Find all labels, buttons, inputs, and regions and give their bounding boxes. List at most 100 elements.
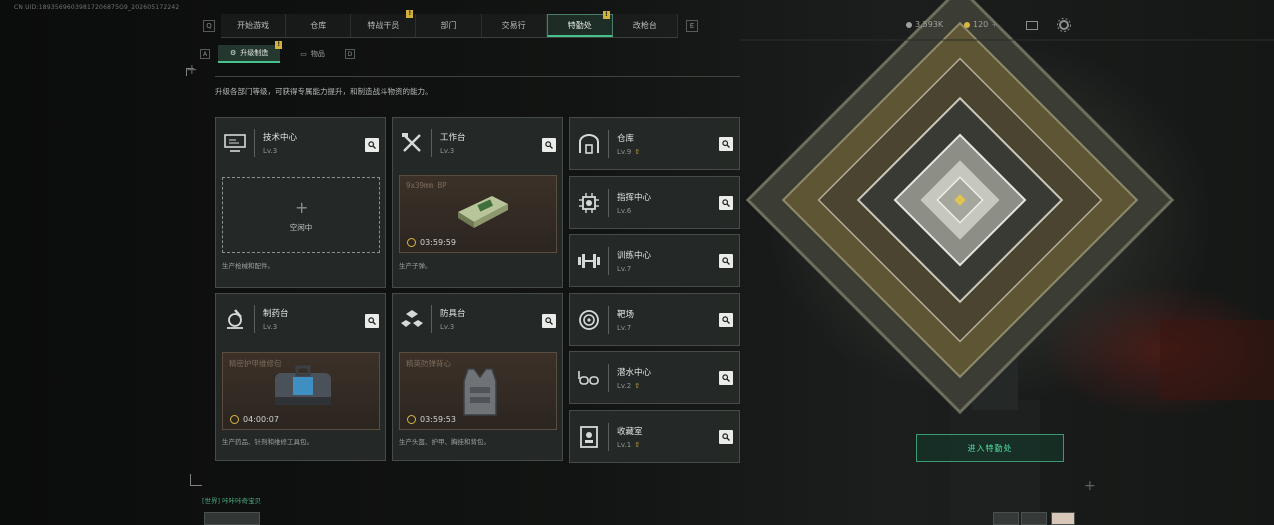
ticket-balance: 120 + (964, 20, 998, 29)
facility-card[interactable]: 训练中心 Lv.7 (569, 234, 740, 287)
nav-tab[interactable]: 改枪台 (612, 14, 678, 37)
nav-tab[interactable]: 仓库 (286, 14, 352, 37)
coin-icon (906, 21, 912, 28)
avatar[interactable] (1051, 512, 1075, 525)
frame-corner (190, 474, 202, 486)
facility-card[interactable]: 收藏室 Lv.1 ⇧ (569, 410, 740, 463)
workstation-card[interactable]: 防具台 Lv.3 精英防弹背心 03:59:53 生产头盔、护甲、胸挂和背包。 (392, 293, 563, 461)
clock-icon (407, 415, 416, 424)
bottom-slot[interactable] (1021, 512, 1047, 525)
search-icon[interactable] (719, 313, 733, 327)
facility-level-row: Lv.7 (617, 324, 634, 332)
card-header: 工作台 Lv.3 (393, 118, 562, 168)
settings-gear-icon[interactable] (1057, 18, 1071, 32)
timer-value: 03:59:53 (420, 415, 456, 424)
search-icon[interactable] (542, 138, 556, 152)
items-icon: ▭ (300, 50, 307, 58)
workstation-card[interactable]: 工作台 Lv.3 9x39mm BP 03:59:59 生产子弹。 (392, 117, 563, 288)
subnav-prev-key[interactable]: A (200, 49, 210, 59)
collection-icon (576, 424, 602, 450)
nav-tab[interactable]: 部门 (416, 14, 482, 37)
search-icon[interactable] (719, 137, 733, 151)
subtab-items[interactable]: ▭ 物品 (288, 45, 337, 63)
search-icon[interactable] (719, 254, 733, 268)
workstation-caption: 生产头盔、护甲、胸挂和背包。 (399, 438, 490, 446)
nav-next-key-wrap: E (678, 14, 706, 38)
alert-badge: ! (406, 10, 414, 18)
facility-level: Lv.9 (617, 147, 632, 156)
workstation-name: 防具台 (440, 309, 466, 319)
workstation-card[interactable]: 技术中心 Lv.3 + 空闲中 生产枪械和配件。 (215, 117, 386, 288)
facility-card[interactable]: 仓库 Lv.9 ⇧ (569, 117, 740, 170)
facility-card[interactable]: 靶场 Lv.7 (569, 293, 740, 346)
workstation-name: 技术中心 (263, 133, 298, 143)
timer-value: 04:00:07 (243, 415, 279, 424)
upgrade-available-icon: ⇧ (634, 147, 641, 156)
facility-name: 收藏室 (617, 426, 643, 437)
nav-next-key[interactable]: E (686, 20, 698, 32)
divider (431, 305, 432, 333)
microscope-icon (222, 306, 248, 332)
search-icon[interactable] (542, 314, 556, 328)
crosshair-mark: + (186, 62, 198, 78)
search-icon[interactable] (719, 196, 733, 210)
facility-level: Lv.7 (617, 323, 632, 332)
nav-tab[interactable]: 特战干员! (351, 10, 417, 37)
workstation-name: 工作台 (440, 133, 466, 143)
upgrade-available-icon: ⇧ (634, 381, 641, 390)
facility-level: Lv.1 (617, 440, 632, 449)
workstation-card[interactable]: 制药台 Lv.3 精密护甲维修包 04:00:07 生产药品、针剂和维修工具包。 (215, 293, 386, 461)
production-timer: 03:59:53 (407, 415, 456, 424)
divider (608, 246, 609, 275)
production-slot[interactable]: 精密护甲维修包 04:00:07 (222, 352, 380, 430)
card-header: 训练中心 Lv.7 (570, 235, 739, 286)
nav-tab[interactable]: 开始游戏 (221, 14, 287, 37)
workstation-caption: 生产子弹。 (399, 262, 432, 270)
facility-level-row: Lv.7 (617, 265, 651, 273)
nav-tab[interactable]: 特勤处! (546, 11, 613, 37)
card-header: 潜水中心 Lv.2 ⇧ (570, 352, 739, 403)
search-icon[interactable] (719, 430, 733, 444)
facility-name: 训练中心 (617, 250, 652, 261)
facility-level-row: Lv.1 ⇧ (617, 441, 643, 449)
nav-tab-label: 开始游戏 (237, 21, 270, 30)
divider (608, 129, 609, 158)
bottom-slot[interactable] (993, 512, 1019, 525)
production-timer: 04:00:07 (230, 415, 279, 424)
facility-name: 指挥中心 (617, 192, 652, 203)
nav-prev-key[interactable]: Q (203, 20, 215, 32)
subtab-upgrade-craft[interactable]: ⚙ 升级制造 ! (218, 41, 283, 63)
facility-level: Lv.7 (617, 264, 632, 273)
enter-special-ops-button[interactable]: 进入特勤处 (916, 434, 1064, 462)
timer-value: 03:59:59 (420, 238, 456, 247)
coin-balance: 3,593K (906, 20, 943, 29)
subnav-next-key[interactable]: D (344, 49, 355, 59)
workstation-level: Lv.3 (440, 323, 455, 331)
divider (254, 129, 255, 157)
workstation-level: Lv.3 (263, 147, 278, 155)
search-icon[interactable] (365, 138, 379, 152)
idle-slot[interactable]: + 空闲中 (222, 177, 380, 253)
world-chat-message[interactable]: [世界] 咔咔咔奇宝贝 (202, 495, 261, 505)
card-header: 指挥中心 Lv.6 (570, 177, 739, 228)
production-slot[interactable]: 9x39mm BP 03:59:59 (399, 175, 557, 253)
dumbbell-icon (576, 248, 602, 274)
production-timer: 03:59:59 (407, 238, 456, 247)
search-icon[interactable] (719, 371, 733, 385)
nav-tab[interactable]: 交易行 (481, 14, 547, 37)
craft-icon: ⚙ (230, 49, 237, 57)
upgrade-available-icon: ⇧ (634, 440, 641, 449)
facility-card[interactable]: 指挥中心 Lv.6 (569, 176, 740, 229)
mail-icon[interactable] (1026, 21, 1038, 30)
idle-label: 空闲中 (289, 223, 313, 232)
ammo-box-image (458, 196, 508, 228)
chat-input-slot[interactable] (204, 512, 260, 525)
subtab-label: 物品 (310, 50, 325, 58)
add-ticket-icon[interactable]: + (991, 20, 998, 29)
search-icon[interactable] (365, 314, 379, 328)
divider (215, 76, 740, 77)
top-nav-tabs: 开始游戏 仓库 特战干员! 部门 交易行 特勤处! 改枪台 (221, 10, 678, 38)
production-slot[interactable]: 精英防弹背心 03:59:53 (399, 352, 557, 430)
facility-card[interactable]: 潜水中心 Lv.2 ⇧ (569, 351, 740, 404)
card-header: 制药台 Lv.3 (216, 294, 385, 344)
